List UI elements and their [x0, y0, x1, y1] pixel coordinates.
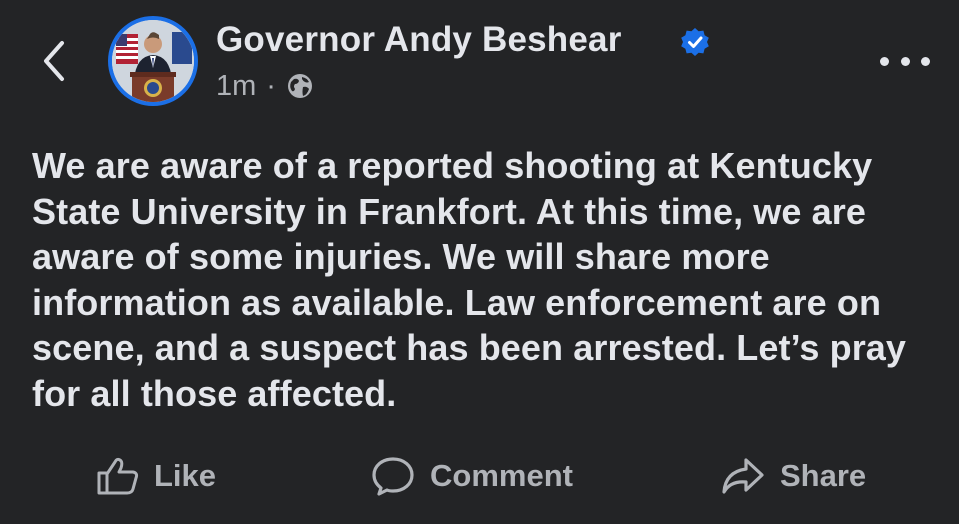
- like-label: Like: [154, 458, 217, 493]
- share-button[interactable]: Share: [720, 448, 866, 504]
- comment-icon: [372, 457, 414, 496]
- chevron-left-icon: [44, 41, 64, 81]
- thumbs-up-icon: [97, 457, 139, 495]
- comment-button[interactable]: Comment: [370, 448, 573, 504]
- more-options-button[interactable]: [880, 46, 930, 76]
- post-text: We are aware of a reported shooting at K…: [32, 145, 907, 414]
- more-horizontal-icon: [880, 56, 889, 66]
- comment-label: Comment: [430, 458, 573, 493]
- timestamp[interactable]: 1m: [216, 70, 256, 103]
- post-meta: 1m ·: [216, 66, 314, 106]
- meta-separator: ·: [266, 69, 276, 102]
- like-button[interactable]: Like: [96, 448, 216, 504]
- back-button[interactable]: [34, 38, 74, 84]
- action-bar: Like Comment Share: [0, 448, 959, 504]
- author-name[interactable]: Governor Andy Beshear: [216, 20, 622, 60]
- more-horizontal-icon: [900, 56, 910, 66]
- more-horizontal-icon: [921, 56, 930, 66]
- avatar[interactable]: [108, 16, 198, 106]
- verified-badge-icon: [681, 28, 709, 56]
- avatar-image: [112, 20, 194, 102]
- share-arrow-icon: [722, 458, 764, 494]
- globe-icon[interactable]: [286, 72, 314, 100]
- share-label: Share: [780, 458, 867, 493]
